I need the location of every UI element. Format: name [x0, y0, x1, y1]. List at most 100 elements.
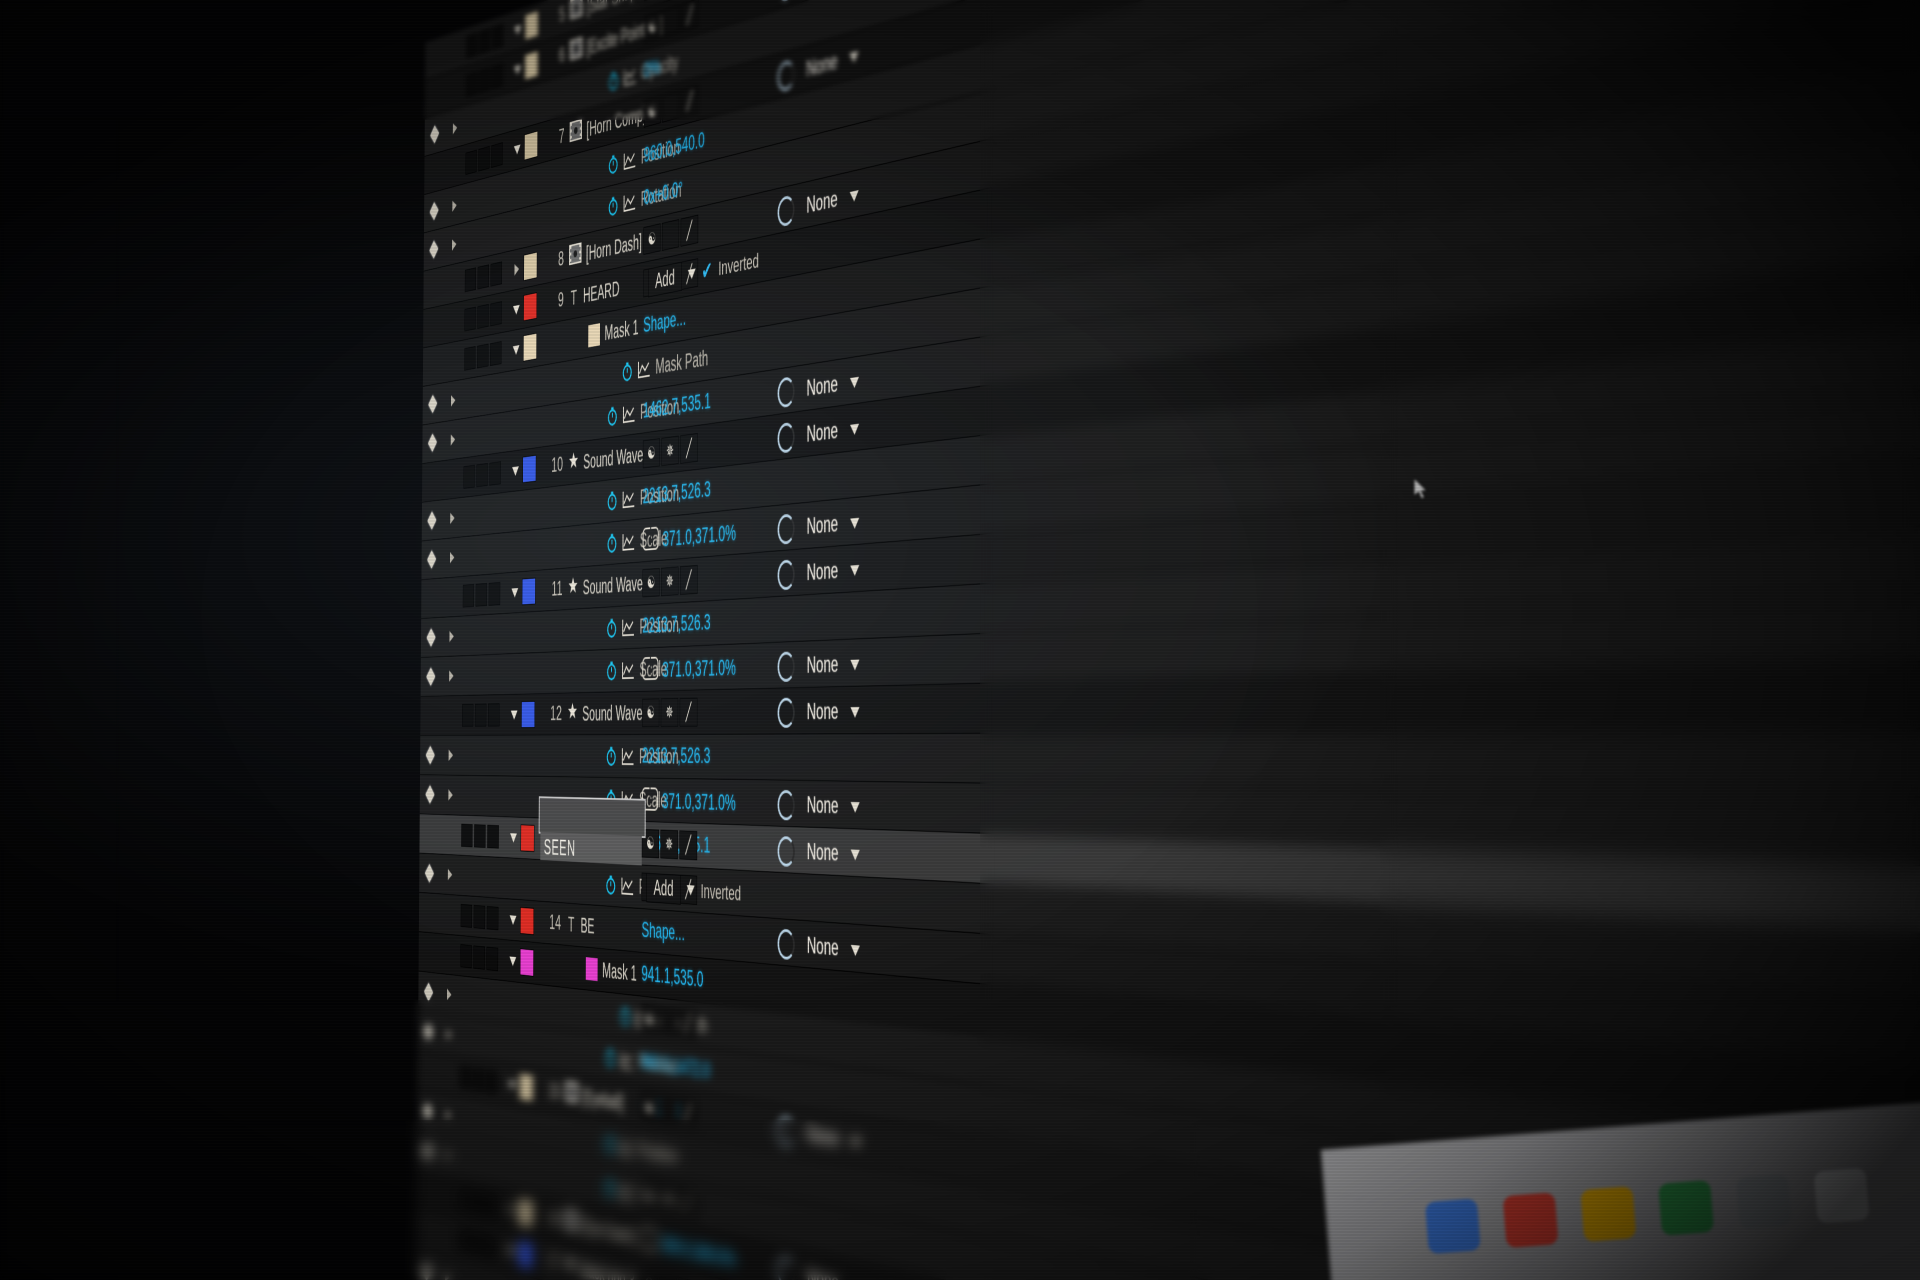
parent-pickwhip-icon[interactable]	[777, 376, 795, 409]
keyframe-navigator[interactable]	[424, 190, 444, 233]
av-features-column[interactable]	[442, 458, 463, 499]
av-switches[interactable]	[463, 340, 509, 371]
video-switch[interactable]	[466, 71, 478, 98]
collapse-transformations-icon[interactable]: ☯	[642, 438, 660, 469]
property-value[interactable]: 941.1,535.0	[641, 962, 703, 994]
chevron-down-icon[interactable]	[849, 189, 859, 202]
twirl-down-icon[interactable]	[509, 956, 517, 966]
av-features-column[interactable]	[443, 380, 464, 422]
parent-value[interactable]: None	[807, 792, 839, 820]
row-label[interactable]: Mask 1	[566, 955, 637, 986]
adjustment-layer-icon[interactable]: ╱	[681, 0, 699, 32]
av-features-column[interactable]	[443, 262, 464, 305]
chevron-down-icon[interactable]	[850, 706, 860, 718]
collapse-transformations-icon[interactable]: ☯	[643, 223, 661, 255]
av-features-column[interactable]	[444, 223, 465, 266]
av-features-column[interactable]	[437, 1214, 458, 1259]
twirl-right-icon[interactable]	[451, 238, 457, 251]
parent-value[interactable]: None	[807, 511, 839, 540]
layer-color-swatch[interactable]	[520, 906, 534, 936]
mask-color-swatch[interactable]	[588, 323, 600, 348]
keyframe-diamond-icon[interactable]	[426, 628, 436, 647]
audio-switch[interactable]	[479, 28, 491, 55]
keyframe-diamond-icon[interactable]	[428, 433, 437, 452]
stopwatch-icon[interactable]	[606, 532, 617, 554]
parent-pickwhip-icon[interactable]	[777, 421, 795, 454]
twirl-right-icon[interactable]	[448, 749, 453, 761]
chevron-down-icon[interactable]	[850, 517, 860, 529]
layer-color-swatch[interactable]	[524, 50, 539, 81]
video-switch[interactable]	[458, 1227, 471, 1254]
parent-value[interactable]: None	[806, 371, 837, 402]
av-switches[interactable]	[465, 21, 510, 59]
keyframe-diamond-icon[interactable]	[425, 746, 435, 765]
keyframe-navigator[interactable]	[419, 853, 440, 893]
property-value[interactable]: 0x+0.0°	[644, 177, 683, 211]
property-value[interactable]: 2213.7,526.3	[642, 744, 710, 770]
parent-value[interactable]: None	[807, 1121, 839, 1153]
parent-column[interactable]: None	[777, 413, 860, 454]
adjustment-layer-icon[interactable]: ╱	[679, 564, 698, 595]
solo-switch[interactable]	[490, 261, 503, 287]
chevron-down-icon[interactable]	[686, 885, 695, 896]
collapse-transformations-icon[interactable]: ☯	[641, 1091, 659, 1124]
chevron-down-icon[interactable]	[850, 376, 860, 389]
layer-color-swatch[interactable]	[520, 824, 535, 853]
solo-switch[interactable]	[484, 1233, 497, 1260]
value-graph-icon[interactable]	[623, 149, 636, 171]
av-features-column[interactable]	[441, 577, 462, 617]
stopwatch-icon[interactable]	[622, 360, 633, 383]
layer-switches[interactable]: ☯✵╱	[642, 433, 698, 469]
keyframe-diamond-icon[interactable]	[424, 982, 433, 1002]
finder-icon[interactable]	[1735, 1173, 1792, 1230]
av-switches[interactable]	[458, 1186, 504, 1220]
twirl-right-icon[interactable]	[447, 868, 453, 881]
av-features-column[interactable]	[445, 29, 466, 74]
property-value[interactable]: 371.0,371.0%	[641, 787, 736, 817]
parent-pickwhip-icon[interactable]	[777, 697, 795, 728]
chevron-down-icon[interactable]	[687, 268, 696, 280]
av-switches[interactable]	[462, 553, 508, 557]
value-graph-icon[interactable]	[620, 1136, 633, 1158]
layer-color-swatch[interactable]	[518, 1239, 533, 1271]
video-switch[interactable]	[466, 32, 478, 59]
twirl-toggle[interactable]	[509, 262, 523, 277]
value-graph-icon[interactable]	[621, 876, 634, 896]
parent-value[interactable]: None	[806, 186, 837, 219]
twirl-toggle[interactable]	[505, 1167, 519, 1170]
parent-pickwhip-icon[interactable]	[777, 836, 795, 868]
property-value[interactable]: Shape...	[642, 918, 685, 947]
twirl-right-icon[interactable]	[450, 394, 456, 407]
stopwatch-icon[interactable]	[607, 405, 618, 427]
parent-pickwhip-icon[interactable]	[777, 1254, 795, 1280]
twirl-right-icon[interactable]	[445, 1108, 451, 1122]
chevron-down-icon[interactable]	[851, 944, 861, 956]
twirl-toggle[interactable]	[506, 914, 520, 925]
value-graph-icon[interactable]	[620, 1049, 633, 1070]
stopwatch-icon[interactable]	[608, 153, 619, 176]
twirl-toggle[interactable]	[507, 633, 521, 634]
av-features-column[interactable]	[441, 696, 462, 735]
property-value[interactable]: 2213.7,526.3	[643, 477, 711, 509]
layer-switches[interactable]: ☯.╱	[643, 214, 699, 255]
av-switches[interactable]	[458, 1157, 504, 1166]
av-switches[interactable]	[459, 996, 505, 1002]
av-switches[interactable]	[465, 112, 510, 126]
av-features-column[interactable]	[443, 340, 464, 382]
av-features-column[interactable]	[445, 67, 466, 111]
layer-switches[interactable]: ☯✵╱	[640, 1179, 697, 1221]
parent-pickwhip-icon[interactable]	[777, 194, 795, 228]
av-switches[interactable]	[463, 431, 509, 438]
keyframe-diamond-icon[interactable]	[423, 1022, 433, 1041]
keyframe-diamond-icon[interactable]	[428, 395, 438, 413]
switch-empty[interactable]: .	[662, 4, 680, 38]
twirl-toggle[interactable]	[506, 878, 520, 879]
twirl-toggle[interactable]	[509, 389, 523, 391]
video-switch[interactable]	[460, 944, 472, 969]
av-switches[interactable]	[464, 231, 509, 242]
audio-switch[interactable]	[475, 583, 488, 607]
solo-switch[interactable]	[486, 946, 499, 972]
twirl-down-icon[interactable]	[514, 64, 521, 76]
value-graph-icon[interactable]	[620, 1180, 633, 1202]
keyframe-diamond-icon[interactable]	[423, 1142, 432, 1161]
